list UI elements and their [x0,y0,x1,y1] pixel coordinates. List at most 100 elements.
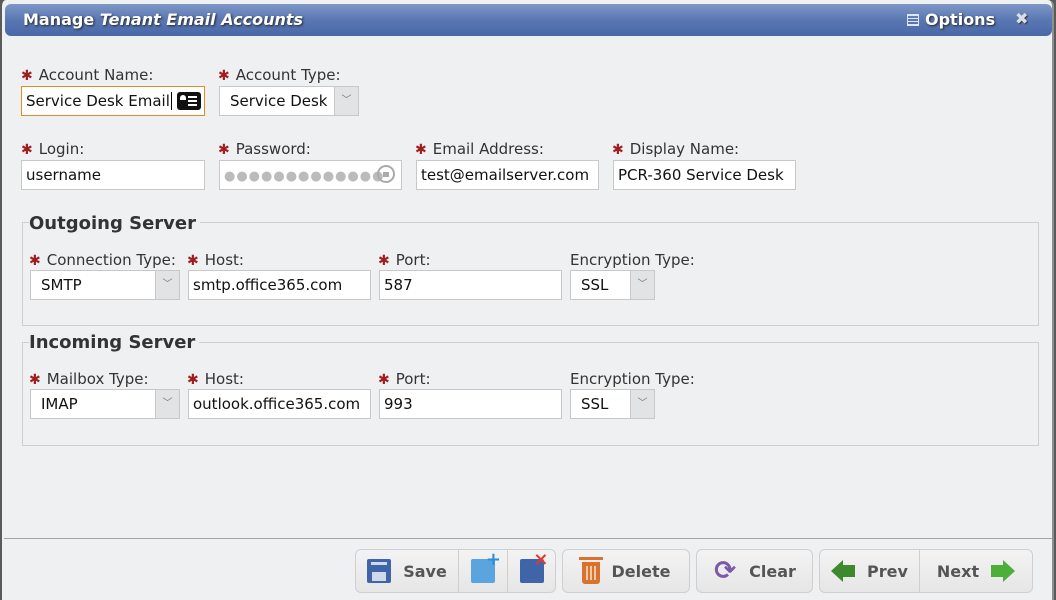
floppy-disk-icon [367,559,392,583]
title-prefix: Manage [23,10,95,29]
outgoing-port-label-text: Port: [395,251,431,269]
required-icon: ✱ [21,142,33,158]
title-main: Tenant Email Accounts [99,10,304,29]
display-name-input[interactable]: PCR-360 Service Desk [613,160,796,190]
email-address-label-text: Email Address: [432,140,544,158]
options-label: Options [925,10,996,29]
incoming-host-label-text: Host: [204,370,244,388]
mailbox-type-label-text: Mailbox Type: [46,370,149,388]
required-icon: ✱ [21,68,33,84]
incoming-encryption-label: Encryption Type: [570,370,695,388]
login-label-text: Login: [38,140,85,158]
incoming-port-label-text: Port: [395,370,431,388]
required-icon: ✱ [187,372,199,388]
clear-button-group: ⟳ Clear [696,549,813,593]
trash-icon [578,557,603,584]
incoming-host-label: ✱ Host: [187,370,244,388]
display-name-value: PCR-360 Service Desk [618,166,784,184]
list-icon [907,13,919,26]
save-close-icon [519,549,549,583]
incoming-port-label: ✱ Port: [378,370,431,388]
email-address-label: ✱ Email Address: [415,140,544,158]
manage-tenant-email-accounts-window: Manage Tenant Email Accounts Options ✖ ✱… [0,0,1054,600]
required-icon: ✱ [378,253,390,269]
save-label: Save [403,561,447,581]
incoming-host-input[interactable]: outlook.office365.com [188,389,371,419]
connection-type-value: SMTP [41,276,82,294]
required-icon: ✱ [218,142,230,158]
incoming-host-value: outlook.office365.com [193,395,361,413]
save-add-icon [471,549,501,583]
arrow-right-icon [991,560,1016,582]
delete-button[interactable]: Delete [563,550,689,592]
chevron-down-icon[interactable]: ﹀ [155,390,179,418]
required-icon: ✱ [612,142,624,158]
delete-label: Delete [611,561,671,581]
incoming-port-value: 993 [384,395,413,413]
contact-card-icon[interactable] [177,92,201,110]
incoming-port-input[interactable]: 993 [379,389,562,419]
next-button[interactable]: Next [919,550,1032,592]
prev-button[interactable]: Prev [820,550,919,592]
refresh-icon: ⟳ [714,556,736,586]
clear-label: Clear [749,561,796,581]
footer-divider [4,538,1052,539]
email-address-input[interactable]: test@emailserver.com [416,160,599,190]
login-value: username [26,166,101,184]
incoming-encryption-value: SSL [581,395,609,413]
lock-reset-icon[interactable] [377,165,395,183]
chevron-down-icon[interactable]: ﹀ [630,271,654,299]
mailbox-type-label: ✱ Mailbox Type: [29,370,149,388]
window-title: Manage Tenant Email Accounts [23,10,303,29]
outgoing-encryption-select[interactable]: SSL ﹀ [570,270,655,300]
account-type-value: Service Desk [230,92,328,110]
incoming-encryption-select[interactable]: SSL ﹀ [570,389,655,419]
password-label-text: Password: [235,140,311,158]
prev-label: Prev [867,561,908,581]
clear-button[interactable]: ⟳ Clear [697,550,812,592]
account-name-input[interactable]: Service Desk Email [21,86,205,116]
save-and-new-button[interactable] [458,549,507,592]
outgoing-host-value: smtp.office365.com [193,276,343,294]
account-type-label-text: Account Type: [235,66,341,84]
close-icon[interactable]: ✖ [1015,9,1028,28]
save-button[interactable]: Save [356,550,458,592]
connection-type-label-text: Connection Type: [46,251,176,269]
title-bar: Manage Tenant Email Accounts Options ✖ [5,4,1052,36]
chevron-down-icon[interactable]: ﹀ [630,390,654,418]
save-and-close-button[interactable] [507,549,555,592]
text-cursor [170,92,172,110]
delete-button-group: Delete [562,549,690,593]
incoming-server-legend: Incoming Server [29,332,200,353]
display-name-label: ✱ Display Name: [612,140,739,158]
password-mask: ●●●●●●●●●●●●● [224,169,385,184]
chevron-down-icon[interactable]: ﹀ [155,271,179,299]
account-name-label: ✱ Account Name: [21,66,153,84]
account-type-label: ✱ Account Type: [218,66,341,84]
options-button[interactable]: Options [907,10,995,29]
outgoing-server-legend: Outgoing Server [29,213,200,234]
required-icon: ✱ [415,142,427,158]
email-address-value: test@emailserver.com [421,166,590,184]
password-input[interactable]: ●●●●●●●●●●●●● [219,160,402,190]
chevron-down-icon[interactable]: ﹀ [334,87,358,115]
outgoing-encryption-value: SSL [581,276,609,294]
outgoing-port-label: ✱ Port: [378,251,431,269]
outgoing-port-input[interactable]: 587 [379,270,562,300]
arrow-left-icon [831,560,856,582]
password-label: ✱ Password: [218,140,311,158]
outgoing-port-value: 587 [384,276,413,294]
mailbox-type-select[interactable]: IMAP ﹀ [30,389,180,419]
save-button-group: Save [355,549,556,593]
account-name-label-text: Account Name: [38,66,154,84]
outgoing-encryption-label: Encryption Type: [570,251,695,269]
required-icon: ✱ [218,68,230,84]
connection-type-select[interactable]: SMTP ﹀ [30,270,180,300]
login-label: ✱ Login: [21,140,84,158]
account-type-select[interactable]: Service Desk ﹀ [219,86,359,116]
outgoing-host-input[interactable]: smtp.office365.com [188,270,371,300]
login-input[interactable]: username [21,160,205,190]
next-label: Next [936,561,980,581]
connection-type-label: ✱ Connection Type: [29,251,176,269]
display-name-label-text: Display Name: [629,140,740,158]
